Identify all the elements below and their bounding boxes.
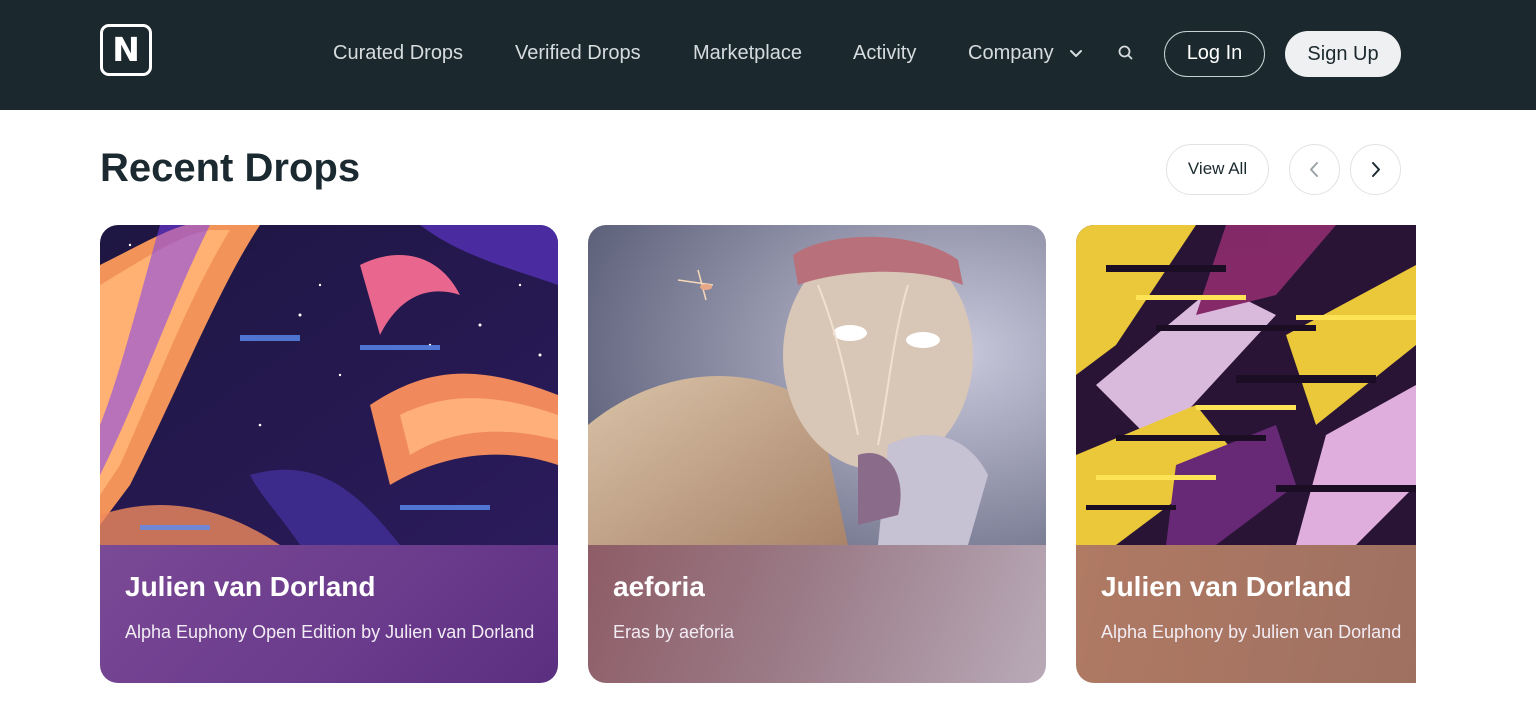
drop-card-info-panel xyxy=(1076,545,1416,683)
drop-card-info-panel xyxy=(100,545,558,683)
chevron-right-icon xyxy=(1372,162,1380,177)
drop-artist-name: Julien van Dorland xyxy=(1101,571,1352,602)
drop-title: Alpha Euphony by Julien van Dorland xyxy=(1101,622,1402,642)
drop-artwork xyxy=(588,225,1046,545)
drop-title: Alpha Euphony Open Edition by Julien van… xyxy=(125,622,535,642)
brand-logo[interactable]: N xyxy=(100,24,152,76)
drop-artist-name: Julien van Dorland xyxy=(125,571,376,602)
drop-card[interactable]: aeforia Eras by aeforia xyxy=(588,225,1046,683)
drop-title: Eras by aeforia xyxy=(613,622,735,642)
view-all-button[interactable]: View All xyxy=(1166,144,1269,195)
search-icon[interactable] xyxy=(1116,43,1136,63)
drop-card[interactable]: Julien van Dorland Alpha Euphony Open Ed… xyxy=(100,225,558,683)
chevron-down-icon xyxy=(1069,50,1082,57)
section-title: Recent Drops xyxy=(100,146,361,190)
carousel-prev-button[interactable] xyxy=(1289,144,1340,195)
drop-card[interactable]: Julien van Dorland Alpha Euphony by Juli… xyxy=(1076,225,1416,683)
nav-activity[interactable]: Activity xyxy=(853,40,916,66)
top-navigation-bar: N Curated Drops Verified Drops Marketpla… xyxy=(0,0,1536,110)
drop-card-info-panel xyxy=(588,545,1046,683)
drop-artwork xyxy=(1076,225,1416,545)
signup-button[interactable]: Sign Up xyxy=(1285,31,1401,77)
nav-marketplace[interactable]: Marketplace xyxy=(693,40,802,66)
recent-drops-carousel: Julien van Dorland Alpha Euphony Open Ed… xyxy=(100,225,1416,685)
chevron-left-icon xyxy=(1310,162,1318,177)
login-button[interactable]: Log In xyxy=(1164,31,1265,77)
carousel-next-button[interactable] xyxy=(1350,144,1401,195)
nav-verified-drops[interactable]: Verified Drops xyxy=(515,40,641,66)
drop-artist-name: aeforia xyxy=(613,571,705,602)
nav-company-label: Company xyxy=(968,42,1054,64)
drop-artwork xyxy=(100,225,558,545)
nav-curated-drops[interactable]: Curated Drops xyxy=(333,40,463,66)
nav-company-dropdown[interactable]: Company xyxy=(968,40,1084,66)
